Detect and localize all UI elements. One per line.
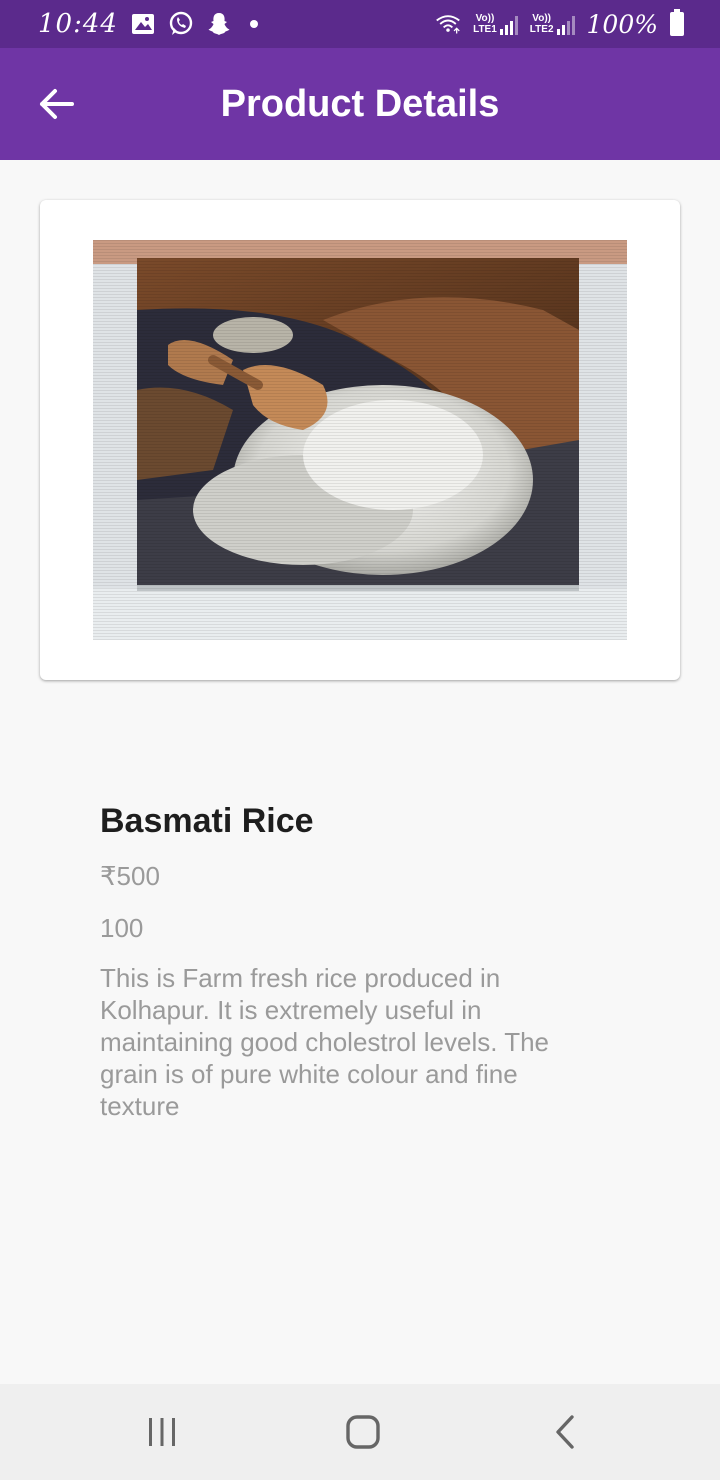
sim2-label: Vo)) LTE2 bbox=[530, 13, 554, 35]
whatsapp-icon bbox=[168, 11, 194, 37]
notification-dot bbox=[249, 20, 258, 28]
signal-icon bbox=[556, 15, 575, 35]
nav-back-button[interactable] bbox=[525, 1404, 605, 1460]
status-left: 10:44 bbox=[38, 9, 258, 39]
sim2-lte-text: LTE2 bbox=[529, 24, 554, 35]
product-quantity: 100 bbox=[100, 913, 144, 943]
sim2-signal: Vo)) LTE2 bbox=[530, 13, 575, 35]
home-button[interactable] bbox=[323, 1404, 403, 1460]
battery-percent: 100% bbox=[586, 9, 658, 39]
recents-icon bbox=[149, 1418, 175, 1446]
product-image-card bbox=[40, 200, 680, 680]
arrow-left-icon bbox=[40, 89, 74, 119]
back-button[interactable] bbox=[30, 82, 82, 126]
snapchat-icon bbox=[206, 11, 232, 37]
product-price: ₹500 bbox=[100, 861, 160, 891]
back-icon bbox=[556, 1415, 574, 1449]
system-nav-bar bbox=[0, 1384, 720, 1480]
wifi-icon bbox=[435, 11, 461, 37]
gallery-icon bbox=[130, 11, 156, 37]
status-bar: 10:44 Vo)) LTE1 Vo)) LTE2 100% bbox=[0, 0, 720, 48]
status-right: Vo)) LTE1 Vo)) LTE2 100% bbox=[435, 9, 684, 39]
product-details: Basmati Rice ₹500 100 This is Farm fresh… bbox=[100, 800, 620, 1122]
home-icon bbox=[346, 1415, 380, 1449]
sim1-label: Vo)) LTE1 bbox=[473, 13, 497, 35]
battery-icon bbox=[670, 9, 684, 36]
sim1-volte-text: Vo)) bbox=[475, 13, 495, 24]
app-bar: Product Details bbox=[0, 48, 720, 160]
recents-button[interactable] bbox=[122, 1404, 202, 1460]
product-image bbox=[93, 240, 627, 640]
product-name: Basmati Rice bbox=[100, 802, 314, 840]
sim2-volte-text: Vo)) bbox=[532, 13, 551, 24]
sim1-lte-text: LTE1 bbox=[473, 24, 497, 35]
page-title: Product Details bbox=[220, 82, 500, 125]
status-time: 10:44 bbox=[38, 9, 118, 39]
product-details-screen: 10:44 Vo)) LTE1 Vo)) LTE2 100% Product D… bbox=[0, 0, 720, 1480]
signal-icon bbox=[499, 15, 518, 35]
sim1-signal: Vo)) LTE1 bbox=[473, 13, 518, 35]
product-description: This is Farm fresh rice produced in Kolh… bbox=[100, 963, 550, 1121]
